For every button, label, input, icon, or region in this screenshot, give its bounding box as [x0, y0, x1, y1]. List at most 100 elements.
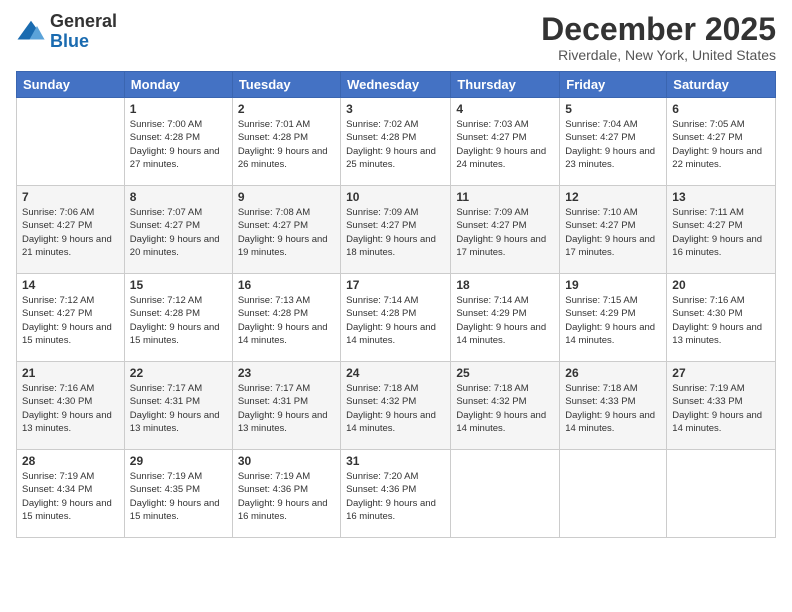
- day-info: Sunrise: 7:10 AMSunset: 4:27 PMDaylight:…: [565, 206, 661, 259]
- daylight-text: Daylight: 9 hours and 16 minutes.: [672, 234, 762, 258]
- day-info: Sunrise: 7:11 AM Sunset: 4:27 PM Daylight:…: [672, 206, 770, 259]
- sunset-text: Sunset: 4:36 PM: [238, 484, 308, 495]
- daylight-text: Daylight: 9 hours and 24 minutes.: [456, 146, 546, 170]
- day-info: Sunrise: 7:09 AMSunset: 4:27 PMDaylight:…: [346, 206, 445, 259]
- day-number: 9: [238, 190, 335, 204]
- sunrise-text: Sunrise: 7:04 AM: [565, 119, 637, 130]
- daylight-text: Daylight: 9 hours and 14 minutes.: [238, 322, 328, 346]
- day-info: Sunrise: 7:15 AMSunset: 4:29 PMDaylight:…: [565, 294, 661, 347]
- week-row-4: 21Sunrise: 7:16 AMSunset: 4:30 PMDayligh…: [17, 362, 776, 450]
- sunrise-text: Sunrise: 7:06 AM: [22, 207, 94, 218]
- day-info: Sunrise: 7:17 AMSunset: 4:31 PMDaylight:…: [130, 382, 227, 435]
- sunrise-text: Sunrise: 7:17 AM: [130, 383, 202, 394]
- cell-w4-d5: 25Sunrise: 7:18 AMSunset: 4:32 PMDayligh…: [451, 362, 560, 450]
- daylight-text: Daylight: 9 hours and 22 minutes.: [672, 146, 762, 170]
- sunset-text: Sunset: 4:27 PM: [22, 308, 92, 319]
- sunset-text: Sunset: 4:27 PM: [456, 220, 526, 231]
- sunrise-text: Sunrise: 7:15 AM: [565, 295, 637, 306]
- col-thursday: Thursday: [451, 72, 560, 98]
- cell-w2-d1: 7Sunrise: 7:06 AMSunset: 4:27 PMDaylight…: [17, 186, 125, 274]
- sunset-text: Sunset: 4:28 PM: [346, 308, 416, 319]
- daylight-text: Daylight: 9 hours and 18 minutes.: [346, 234, 436, 258]
- cell-w3-d5: 18Sunrise: 7:14 AMSunset: 4:29 PMDayligh…: [451, 274, 560, 362]
- week-row-2: 7Sunrise: 7:06 AMSunset: 4:27 PMDaylight…: [17, 186, 776, 274]
- daylight-text: Daylight: 9 hours and 15 minutes.: [130, 498, 220, 522]
- daylight-text: Daylight: 9 hours and 26 minutes.: [238, 146, 328, 170]
- day-number: 13: [672, 190, 770, 204]
- day-number: 27: [672, 366, 770, 380]
- daylight-text: Daylight: 9 hours and 14 minutes.: [346, 322, 436, 346]
- day-number: 4: [456, 102, 554, 116]
- sunset-text: Sunset: 4:36 PM: [346, 484, 416, 495]
- subtitle: Riverdale, New York, United States: [541, 47, 776, 63]
- sunset-text: Sunset: 4:27 PM: [672, 220, 742, 231]
- daylight-text: Daylight: 9 hours and 15 minutes.: [130, 322, 220, 346]
- cell-w3-d1: 14 Sunrise: 7:12 AMSunset: 4:27 PMDayligh…: [17, 274, 125, 362]
- cell-w4-d7: 27Sunrise: 7:19 AMSunset: 4:33 PMDayligh…: [667, 362, 776, 450]
- sunrise-text: Sunrise: 7:09 AM: [346, 207, 418, 218]
- cell-w2-d6: 12Sunrise: 7:10 AMSunset: 4:27 PMDayligh…: [560, 186, 667, 274]
- sunset-text: Sunset: 4:28 PM: [130, 308, 200, 319]
- day-info: Sunrise: 7:05 AMSunset: 4:27 PMDaylight:…: [672, 118, 770, 171]
- daylight-text: Daylight: 9 hours and 14 minutes.: [346, 410, 436, 434]
- day-number: 14: [22, 278, 119, 292]
- daylight-text: Daylight: 9 hours and 16 minutes.: [238, 498, 328, 522]
- sunrise-text: Sunrise: 7:19 AM: [238, 471, 310, 482]
- cell-w5-d5: [451, 450, 560, 538]
- page: General Blue December 2025 Riverdale, Ne…: [0, 0, 792, 612]
- cell-w4-d3: 23Sunrise: 7:17 AMSunset: 4:31 PMDayligh…: [232, 362, 340, 450]
- sunset-text: Sunset: 4:30 PM: [672, 308, 742, 319]
- sunset-text: Sunset: 4:31 PM: [130, 396, 200, 407]
- sunrise-text: Sunrise: 7:14 AM: [456, 295, 528, 306]
- cell-w2-d5: 11Sunrise: 7:09 AMSunset: 4:27 PMDayligh…: [451, 186, 560, 274]
- daylight-text: Daylight: 9 hours and 13 minutes.: [672, 322, 762, 346]
- sunset-text: Sunset: 4:34 PM: [22, 484, 92, 495]
- sunrise-text: Sunrise: 7:11 AM: [672, 207, 744, 218]
- sunrise-text: Sunrise: 7:09 AM: [456, 207, 528, 218]
- cell-w1-d2: 1Sunrise: 7:00 AMSunset: 4:28 PMDaylight…: [124, 98, 232, 186]
- sunset-text: Sunset: 4:27 PM: [130, 220, 200, 231]
- day-number: 18: [456, 278, 554, 292]
- day-number: 22: [130, 366, 227, 380]
- sunset-text: Sunset: 4:30 PM: [22, 396, 92, 407]
- cell-w1-d1: [17, 98, 125, 186]
- cell-w2-d7: 13 Sunrise: 7:11 AM Sunset: 4:27 PM Dayligh…: [667, 186, 776, 274]
- cell-w3-d6: 19 Sunrise: 7:15 AMSunset: 4:29 PMDayligh…: [560, 274, 667, 362]
- sunset-text: Sunset: 4:27 PM: [565, 132, 635, 143]
- day-number: 26: [565, 366, 661, 380]
- cell-w1-d5: 4Sunrise: 7:03 AMSunset: 4:27 PMDaylight…: [451, 98, 560, 186]
- daylight-text: Daylight: 9 hours and 17 minutes.: [565, 234, 655, 258]
- day-number: 24: [346, 366, 445, 380]
- daylight-text: Daylight: 9 hours and 13 minutes.: [22, 410, 112, 434]
- col-friday: Friday: [560, 72, 667, 98]
- day-info: Sunrise: 7:18 AMSunset: 4:32 PMDaylight:…: [346, 382, 445, 435]
- daylight-text: Daylight: 9 hours and 14 minutes.: [672, 410, 762, 434]
- cell-w3-d2: 15Sunrise: 7:12 AMSunset: 4:28 PMDayligh…: [124, 274, 232, 362]
- col-monday: Monday: [124, 72, 232, 98]
- day-info: Sunrise: 7:04 AMSunset: 4:27 PMDaylight:…: [565, 118, 661, 171]
- sunrise-text: Sunrise: 7:00 AM: [130, 119, 202, 130]
- sunrise-text: Sunrise: 7:17 AM: [238, 383, 310, 394]
- cell-w4-d2: 22Sunrise: 7:17 AMSunset: 4:31 PMDayligh…: [124, 362, 232, 450]
- week-row-1: 1Sunrise: 7:00 AMSunset: 4:28 PMDaylight…: [17, 98, 776, 186]
- day-number: 20: [672, 278, 770, 292]
- day-number: 1: [130, 102, 227, 116]
- sunrise-text: Sunrise: 7:13 AM: [238, 295, 310, 306]
- cell-w4-d4: 24 Sunrise: 7:18 AMSunset: 4:32 PMDayligh…: [341, 362, 451, 450]
- day-number: 29: [130, 454, 227, 468]
- day-info: Sunrise: 7:07 AMSunset: 4:27 PMDaylight:…: [130, 206, 227, 259]
- cell-w1-d7: 6Sunrise: 7:05 AMSunset: 4:27 PMDaylight…: [667, 98, 776, 186]
- cell-w3-d4: 17Sunrise: 7:14 AMSunset: 4:28 PMDayligh…: [341, 274, 451, 362]
- day-number: 17: [346, 278, 445, 292]
- week-row-5: 28Sunrise: 7:19 AMSunset: 4:34 PMDayligh…: [17, 450, 776, 538]
- day-info: Sunrise: 7:19 AMSunset: 4:34 PMDaylight:…: [22, 470, 119, 523]
- sunset-text: Sunset: 4:27 PM: [238, 220, 308, 231]
- daylight-text: Daylight: 9 hours and 19 minutes.: [238, 234, 328, 258]
- day-number: 19: [565, 278, 661, 292]
- cell-w2-d2: 8Sunrise: 7:07 AMSunset: 4:27 PMDaylight…: [124, 186, 232, 274]
- daylight-text: Daylight: 9 hours and 14 minutes.: [456, 322, 546, 346]
- day-info: Sunrise: 7:12 AMSunset: 4:27 PMDaylight:…: [22, 294, 119, 347]
- col-wednesday: Wednesday: [341, 72, 451, 98]
- day-info: Sunrise: 7:09 AM Sunset: 4:27 PM Daylight:…: [456, 206, 554, 259]
- daylight-text: Daylight: 9 hours and 17 minutes.: [456, 234, 546, 258]
